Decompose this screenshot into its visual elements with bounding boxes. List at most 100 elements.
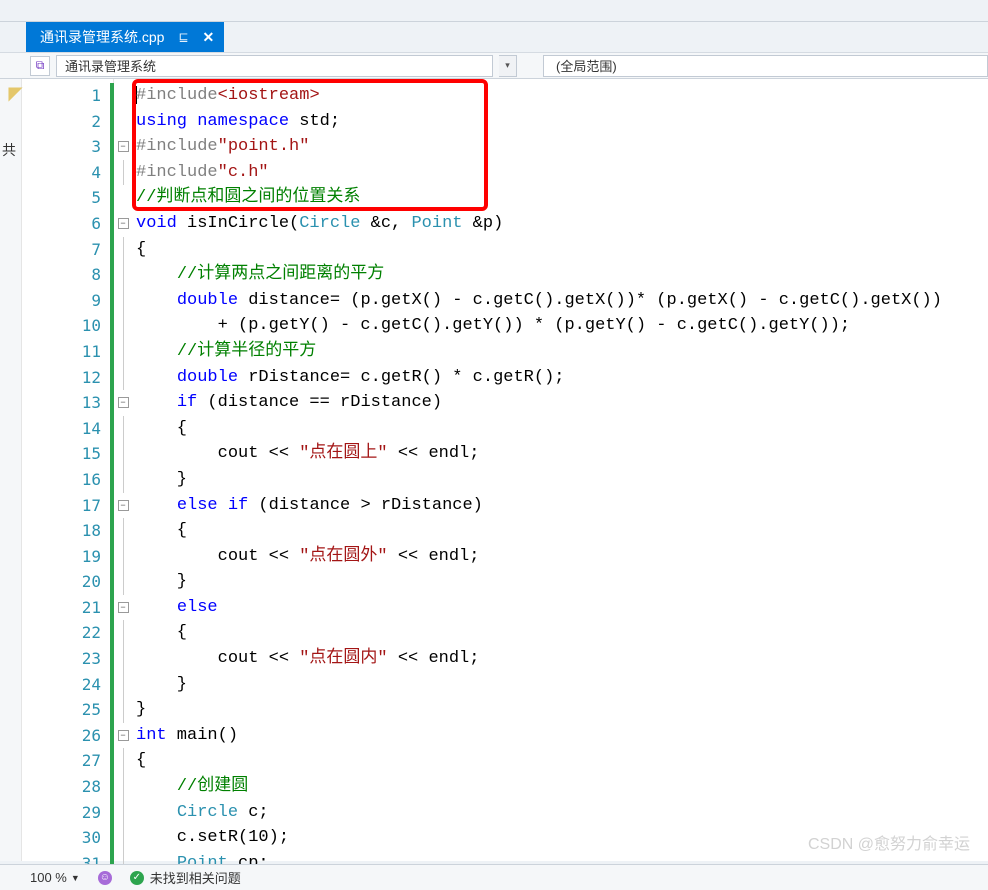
scope-icon[interactable]: ⧉ (30, 56, 50, 76)
fold-toggle-icon[interactable]: − (118, 218, 129, 229)
line-number: 11 (22, 339, 113, 365)
fold-cell (114, 697, 132, 723)
fold-toggle-icon[interactable]: − (118, 141, 129, 152)
scope-field[interactable]: (全局范围) (543, 55, 988, 77)
code-line[interactable]: #include"point.h" (132, 134, 988, 160)
code-line[interactable]: { (132, 518, 988, 544)
scope-text: (全局范围) (556, 56, 617, 75)
fold-toggle-icon[interactable]: − (118, 397, 129, 408)
fold-toggle-icon[interactable]: − (118, 730, 129, 741)
status-msg-group: ✓ 未找到相关问题 (130, 868, 241, 887)
code-line[interactable]: #include"c.h" (132, 160, 988, 186)
fold-cell (114, 160, 132, 186)
code-line[interactable]: Circle c; (132, 800, 988, 826)
line-number: 19 (22, 544, 113, 570)
line-number: 2 (22, 109, 113, 135)
fold-cell (114, 416, 132, 442)
close-icon[interactable]: ✕ (203, 29, 215, 46)
code-line[interactable]: //计算两点之间距离的平方 (132, 262, 988, 288)
code-line[interactable]: //判断点和圆之间的位置关系 (132, 185, 988, 211)
line-number: 23 (22, 646, 113, 672)
file-tab-active[interactable]: 通讯录管理系统.cpp ⊑ ✕ (26, 22, 224, 52)
code-line[interactable]: int main() (132, 723, 988, 749)
line-number: 21 (22, 595, 113, 621)
fold-cell[interactable]: − (114, 134, 132, 160)
line-number: 24 (22, 672, 113, 698)
line-number: 12 (22, 365, 113, 391)
fold-toggle-icon[interactable]: − (118, 602, 129, 613)
watermark: CSDN @愈努力俞幸运 (808, 830, 970, 854)
code-line[interactable]: //计算半径的平方 (132, 339, 988, 365)
code-line[interactable]: //创建圆 (132, 774, 988, 800)
code-line[interactable]: else if (distance > rDistance) (132, 493, 988, 519)
line-number: 8 (22, 262, 113, 288)
window-topbar (0, 0, 988, 22)
code-line[interactable]: { (132, 237, 988, 263)
code-area[interactable]: #include<iostream>using namespace std;#i… (132, 79, 988, 861)
side-label: 共 (2, 140, 16, 160)
fold-cell (114, 441, 132, 467)
fold-cell (114, 800, 132, 826)
line-number: 30 (22, 825, 113, 851)
code-line[interactable]: double rDistance= c.getR() * c.getR(); (132, 365, 988, 391)
line-number: 17 (22, 493, 113, 519)
nav-bar: ⧉ 通讯录管理系统 ▾ (全局范围) (0, 52, 988, 79)
feedback-icon[interactable]: ☺ (98, 871, 112, 885)
pin-icon[interactable]: ⊑ (178, 30, 188, 44)
fold-cell (114, 620, 132, 646)
fold-cell (114, 518, 132, 544)
code-line[interactable]: { (132, 416, 988, 442)
breadcrumb-text: 通讯录管理系统 (65, 56, 156, 75)
fold-cell (114, 262, 132, 288)
fold-cell[interactable]: − (114, 595, 132, 621)
code-line[interactable]: if (distance == rDistance) (132, 390, 988, 416)
fold-cell (114, 672, 132, 698)
line-number: 22 (22, 620, 113, 646)
code-line[interactable]: cout << "点在圆外" << endl; (132, 544, 988, 570)
fold-cell (114, 365, 132, 391)
code-line[interactable]: cout << "点在圆内" << endl; (132, 646, 988, 672)
code-line[interactable]: { (132, 748, 988, 774)
status-bar: 100 % ▼ ☺ ✓ 未找到相关问题 (0, 864, 988, 890)
fold-cell (114, 544, 132, 570)
line-number: 16 (22, 467, 113, 493)
line-number: 28 (22, 774, 113, 800)
line-number: 13 (22, 390, 113, 416)
fold-cell (114, 339, 132, 365)
line-number-gutter: 1234567891011121314151617181920212223242… (22, 79, 114, 861)
fold-toggle-icon[interactable]: − (118, 500, 129, 511)
code-line[interactable]: + (p.getY() - c.getC().getY()) * (p.getY… (132, 313, 988, 339)
fold-cell[interactable]: − (114, 723, 132, 749)
code-line[interactable]: } (132, 672, 988, 698)
breadcrumb-field[interactable]: 通讯录管理系统 (56, 55, 493, 77)
fold-cell (114, 83, 132, 109)
code-line[interactable]: } (132, 467, 988, 493)
code-line[interactable]: { (132, 620, 988, 646)
code-line[interactable]: else (132, 595, 988, 621)
fold-cell[interactable]: − (114, 211, 132, 237)
code-line[interactable]: } (132, 697, 988, 723)
code-line[interactable]: using namespace std; (132, 109, 988, 135)
line-number: 27 (22, 748, 113, 774)
line-number: 18 (22, 518, 113, 544)
editor-area: 1234567891011121314151617181920212223242… (0, 79, 988, 861)
code-line[interactable]: double distance= (p.getX() - c.getC().ge… (132, 288, 988, 314)
fold-cell[interactable]: − (114, 493, 132, 519)
code-line[interactable]: cout << "点在圆上" << endl; (132, 441, 988, 467)
fold-cell (114, 237, 132, 263)
breadcrumb-dropdown[interactable]: ▾ (499, 55, 517, 77)
line-number: 20 (22, 569, 113, 595)
code-line[interactable]: } (132, 569, 988, 595)
tab-title: 通讯录管理系统.cpp (40, 27, 164, 47)
change-marker (110, 83, 114, 877)
fold-cell[interactable]: − (114, 390, 132, 416)
fold-cell (114, 569, 132, 595)
zoom-control[interactable]: 100 % ▼ (30, 870, 80, 885)
fold-cell (114, 825, 132, 851)
zoom-value: 100 % (30, 870, 67, 885)
code-line[interactable]: #include<iostream> (132, 83, 988, 109)
code-line[interactable]: void isInCircle(Circle &c, Point &p) (132, 211, 988, 237)
fold-cell (114, 467, 132, 493)
line-number: 1 (22, 83, 113, 109)
line-number: 9 (22, 288, 113, 314)
